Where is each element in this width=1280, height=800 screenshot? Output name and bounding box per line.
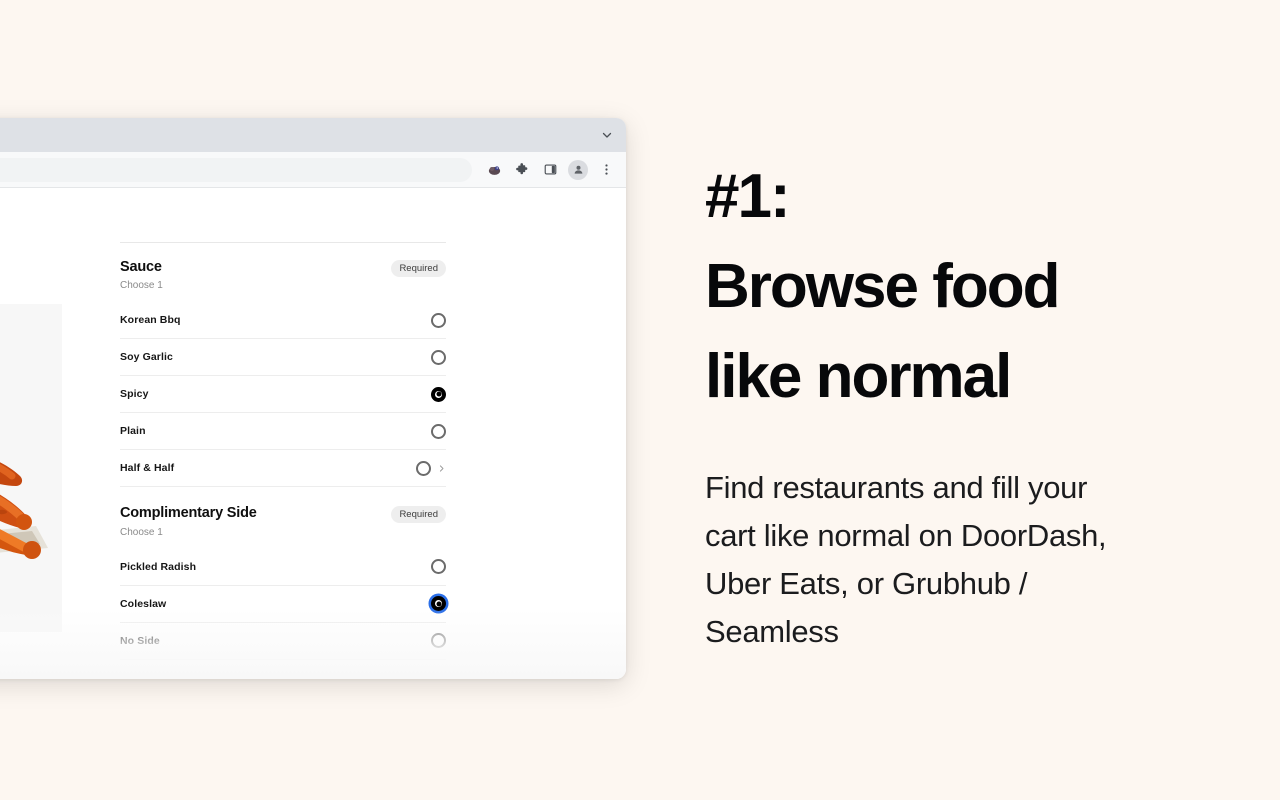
option-label: Korean Bbq bbox=[120, 314, 181, 327]
restaurant-item-page: St) bbox=[0, 188, 626, 679]
option-row-pickled-radish[interactable]: Pickled Radish bbox=[120, 549, 446, 586]
option-label: Half & Half bbox=[120, 462, 175, 475]
option-row-korean-bbq[interactable]: Korean Bbq bbox=[120, 302, 446, 340]
radio-korean-bbq[interactable] bbox=[431, 312, 446, 328]
option-row-spicy[interactable]: Spicy bbox=[120, 376, 446, 414]
marketing-panel: #1: Browse food like normal Find restaur… bbox=[705, 152, 1225, 687]
headline-line-2: like normal bbox=[705, 341, 1012, 411]
radio-coleslaw[interactable] bbox=[431, 596, 446, 612]
required-badge: Required bbox=[391, 506, 446, 524]
options-panel: Sauce Choose 1 Required Korean Bbq Soy G… bbox=[120, 188, 446, 679]
step-label: #1: bbox=[705, 162, 791, 231]
browser-window: St) bbox=[0, 118, 626, 679]
chevron-right-icon[interactable] bbox=[437, 464, 446, 473]
option-row-no-side[interactable]: No Side bbox=[120, 623, 446, 660]
radio-no-side[interactable] bbox=[431, 633, 446, 649]
left-column: St) bbox=[0, 188, 120, 679]
radio-soy-garlic[interactable] bbox=[431, 349, 446, 365]
option-label: Pickled Radish bbox=[120, 560, 197, 573]
three-dot-menu-icon[interactable] bbox=[595, 159, 617, 181]
profile-avatar-icon[interactable] bbox=[567, 159, 589, 181]
browser-toolbar bbox=[0, 152, 626, 188]
radio-pickled-radish[interactable] bbox=[431, 559, 446, 575]
option-label: Coleslaw bbox=[120, 597, 167, 610]
option-row-plain[interactable]: Plain bbox=[120, 413, 446, 451]
option-row-half-and-half[interactable]: Half & Half bbox=[120, 450, 446, 488]
option-list-complimentary-side: Pickled Radish Coleslaw No Side bbox=[120, 549, 446, 660]
section-header: Sauce Choose 1 Required bbox=[120, 259, 446, 292]
section-subtitle: Choose 1 bbox=[120, 280, 163, 292]
option-label: Spicy bbox=[120, 388, 149, 401]
required-badge: Required bbox=[391, 260, 446, 277]
section-title: Sauce bbox=[120, 259, 162, 275]
option-list-sauce: Korean Bbq Soy Garlic Spicy Plain Half &… bbox=[120, 302, 446, 488]
option-label: Soy Garlic bbox=[120, 351, 173, 364]
radio-spicy[interactable] bbox=[431, 386, 446, 402]
headline-line-1: Browse food bbox=[705, 251, 1060, 321]
option-row-soy-garlic[interactable]: Soy Garlic bbox=[120, 339, 446, 377]
section-header: Complimentary Side Choose 1 Required bbox=[120, 505, 446, 538]
radio-plain[interactable] bbox=[431, 423, 446, 439]
panel-top-divider bbox=[120, 242, 446, 243]
address-bar-input[interactable] bbox=[0, 157, 472, 182]
radio-half-and-half[interactable] bbox=[416, 460, 431, 476]
extension-badge-icon[interactable] bbox=[483, 159, 505, 181]
option-label: No Side bbox=[120, 634, 160, 647]
tab-list-chevron-down-icon[interactable] bbox=[596, 124, 618, 146]
section-subtitle: Choose 1 bbox=[120, 526, 163, 538]
option-label: Plain bbox=[120, 425, 146, 438]
browser-tab-strip bbox=[0, 118, 626, 152]
side-panel-icon[interactable] bbox=[539, 159, 561, 181]
option-row-coleslaw[interactable]: Coleslaw bbox=[120, 586, 446, 623]
marketing-body-text: Find restaurants and fill your cart like… bbox=[705, 469, 1107, 649]
option-section-complimentary-side: Complimentary Side Choose 1 Required Pic… bbox=[120, 505, 446, 679]
option-section-sauce: Sauce Choose 1 Required Korean Bbq Soy G… bbox=[120, 259, 446, 488]
food-photo-fried-chicken bbox=[0, 304, 62, 632]
puzzle-extensions-icon[interactable] bbox=[511, 159, 533, 181]
section-title: Complimentary Side bbox=[120, 505, 257, 522]
